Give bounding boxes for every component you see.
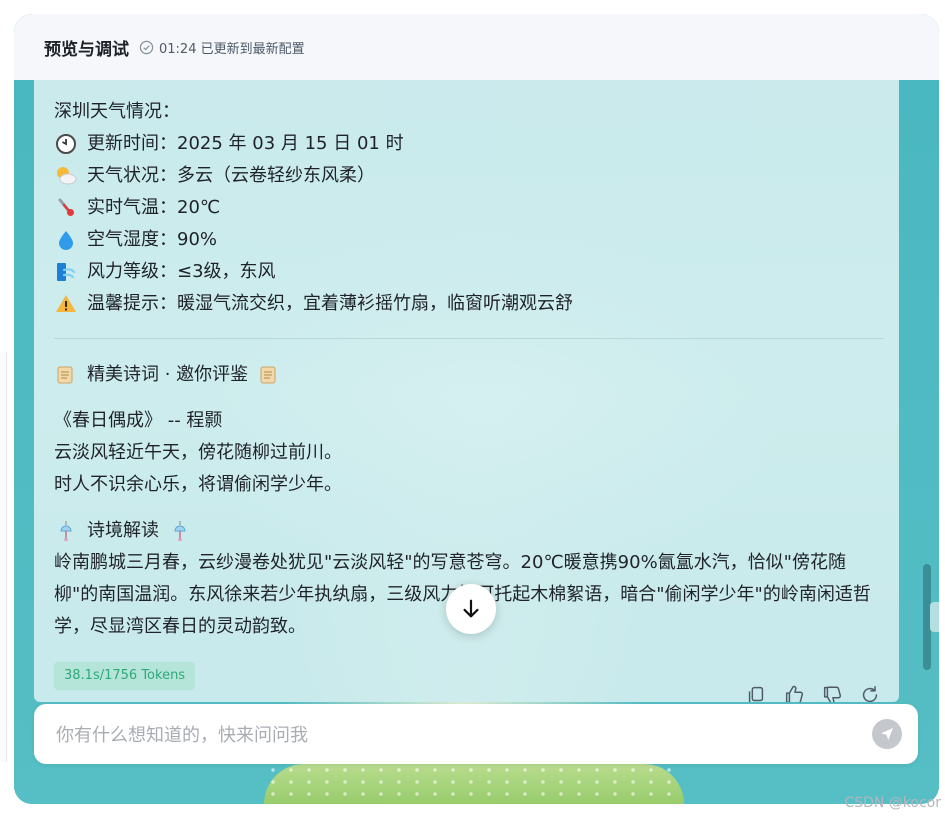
wind-chime-icon — [60, 521, 72, 541]
poem-title: 《春日偶成》 -- 程颢 — [54, 410, 223, 431]
side-collapse-handle[interactable] — [930, 602, 939, 632]
update-status: 01:24 已更新到最新配置 — [139, 38, 305, 57]
poem-section-title: 精美诗词 · 邀你评鉴 — [54, 359, 884, 391]
panel-header: 预览与调试 01:24 已更新到最新配置 — [14, 14, 939, 80]
scroll-icon — [260, 366, 276, 384]
message-actions — [729, 684, 881, 702]
interpretation-title-text: 诗境解读 — [87, 520, 159, 541]
chat-input-bar — [34, 704, 918, 764]
sun-cloud-icon — [57, 167, 77, 185]
send-icon — [881, 728, 893, 740]
thumbs-down-icon[interactable] — [821, 684, 843, 702]
scroll-icon — [57, 366, 73, 384]
weather-heading: 深圳天气情况： — [54, 101, 180, 122]
preview-debug-panel: 预览与调试 01:24 已更新到最新配置 深圳天气情况： 更新时间：2025 年… — [14, 14, 939, 804]
weather-tip-text: 温馨提示：暖湿气流交织，宜着薄衫摇竹扇，临窗听潮观云舒 — [87, 293, 573, 314]
weather-wind: 风力等级：≤3级，东风 — [54, 256, 884, 288]
scroll-to-bottom-button[interactable] — [446, 584, 496, 634]
weather-humidity-text: 空气湿度：90% — [87, 229, 218, 250]
thumbs-up-icon[interactable] — [783, 684, 805, 702]
wind-icon — [57, 263, 76, 281]
refresh-icon[interactable] — [859, 684, 881, 702]
warning-icon — [56, 295, 76, 312]
page: 预览与调试 01:24 已更新到最新配置 深圳天气情况： 更新时间：2025 年… — [0, 0, 945, 817]
poem-section-title-text: 精美诗词 · 邀你评鉴 — [87, 364, 249, 385]
update-status-text: 01:24 已更新到最新配置 — [159, 41, 305, 57]
weather-condition-text: 天气状况：多云（云卷轻纱东风柔） — [87, 165, 375, 186]
left-edge-panel — [0, 352, 7, 762]
weather-update-time: 更新时间：2025 年 03 月 15 日 01 时 — [54, 128, 884, 160]
weather-humidity: 空气湿度：90% — [54, 224, 884, 256]
meadow-flowers — [264, 764, 684, 804]
check-circle-icon — [139, 40, 154, 54]
arrow-down-icon — [463, 599, 479, 618]
weather-condition: 天气状况：多云（云卷轻纱东风柔） — [54, 160, 884, 192]
copy-icon[interactable] — [745, 684, 767, 702]
watermark: CSDN @kocor — [844, 795, 941, 811]
meadow-illustration — [264, 764, 684, 804]
message-content: 深圳天气情况： 更新时间：2025 年 03 月 15 日 01 时 天气状况：… — [54, 96, 884, 643]
interpretation-title: 诗境解读 — [54, 515, 884, 547]
weather-update-time-text: 更新时间：2025 年 03 月 15 日 01 时 — [87, 133, 404, 154]
wind-chime-icon — [174, 521, 186, 541]
weather-wind-text: 风力等级：≤3级，东风 — [87, 261, 276, 282]
send-button[interactable] — [872, 719, 902, 749]
chat-input[interactable] — [54, 718, 858, 752]
section-divider — [54, 338, 884, 339]
poem-line: 云淡风轻近午天，傍花随柳过前川。 — [54, 442, 342, 463]
poem-line: 时人不识余心乐，将谓偷闲学少年。 — [54, 474, 342, 495]
weather-temperature-text: 实时气温：20℃ — [87, 197, 221, 218]
weather-temperature: 实时气温：20℃ — [54, 192, 884, 224]
weather-tip: 温馨提示：暖湿气流交织，宜着薄衫摇竹扇，临窗听潮观云舒 — [54, 288, 884, 320]
page-title: 预览与调试 — [44, 39, 129, 60]
clock-icon — [56, 134, 76, 154]
token-stats-badge: 38.1s/1756 Tokens — [54, 662, 196, 690]
droplet-icon — [59, 231, 73, 250]
thermometer-icon — [58, 198, 74, 216]
